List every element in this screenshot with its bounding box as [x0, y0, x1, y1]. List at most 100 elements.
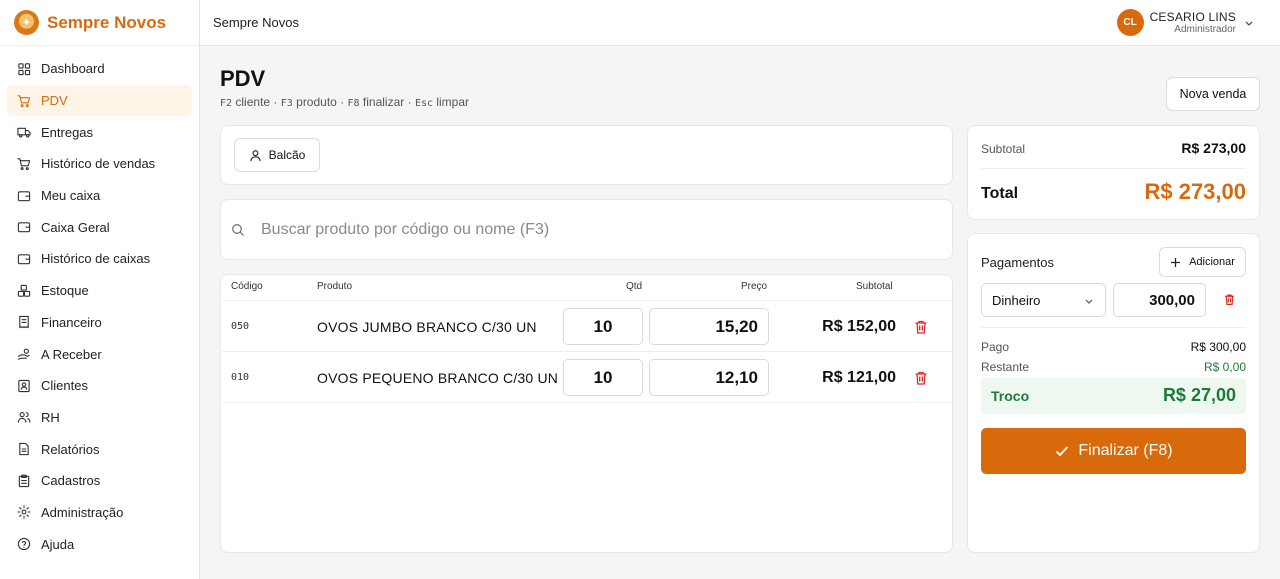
customer-button[interactable]: Balcão: [234, 138, 320, 172]
grid-icon: [18, 63, 31, 76]
sidebar-item-rh[interactable]: RH: [7, 402, 192, 434]
total-value: R$ 273,00: [1144, 179, 1246, 204]
shortcut-key: Esc: [414, 98, 433, 109]
payment-amount-field[interactable]: 300,00: [1113, 283, 1206, 317]
check-icon: [1056, 446, 1069, 457]
change-label: Troco: [991, 388, 1030, 404]
add-payment-label: Adicionar: [1189, 256, 1235, 268]
sidebar-item-label: Clientes: [41, 378, 88, 394]
paid-label: Pago: [981, 340, 1010, 354]
col-qty-header: Qtd: [626, 281, 643, 292]
customer-label: Balcão: [268, 148, 306, 162]
price-field[interactable]: 12,10: [649, 359, 769, 396]
wallet-icon: [17, 222, 31, 233]
user-menu[interactable]: CL CESARIO LINS Administrador: [1116, 9, 1254, 36]
subtotal-label: Subtotal: [981, 142, 1026, 156]
sidebar-item-ajuda[interactable]: Ajuda: [7, 528, 192, 560]
sidebar: ✦ Sempre Novos Dashboard PDV Entregas Histó…: [0, 0, 200, 579]
sidebar-item-label: Meu caixa: [41, 188, 101, 204]
total-label: Total: [981, 185, 1019, 202]
chevron-down-icon[interactable]: [1244, 18, 1254, 28]
sidebar-item-label: Dashboard: [41, 61, 105, 77]
sidebar-item-relatorios[interactable]: Relatórios: [7, 433, 192, 465]
remaining-value: R$ 0,00: [1203, 360, 1246, 374]
col-subtotal-header: Subtotal: [856, 281, 893, 292]
shortcut-label: limpar: [436, 95, 470, 109]
item-name: OVOS JUMBO BRANCO C/30 UN: [317, 319, 537, 335]
sidebar-item-financeiro[interactable]: Financeiro: [7, 307, 192, 339]
sidebar-item-label: Cadastros: [41, 473, 101, 489]
sidebar-item-label: RH: [41, 409, 60, 425]
brand[interactable]: ✦ Sempre Novos: [0, 0, 199, 46]
sidebar-item-label: Relatórios: [41, 441, 100, 457]
payment-method-select[interactable]: Dinheiro: [981, 283, 1106, 317]
add-payment-button[interactable]: Adicionar: [1159, 247, 1246, 277]
sidebar-item-label: A Receber: [41, 346, 102, 362]
shortcut-key: F3: [280, 98, 293, 109]
sidebar-item-label: Estoque: [41, 283, 89, 299]
user-icon: [249, 149, 261, 161]
gear-icon: [17, 505, 31, 520]
item-subtotal: R$ 152,00: [822, 318, 896, 335]
item-name: OVOS PEQUENO BRANCO C/30 UN: [317, 370, 559, 386]
sidebar-item-a-receber[interactable]: A Receber: [7, 338, 192, 370]
sidebar-item-historico-de-caixas[interactable]: Histórico de caixas: [7, 243, 192, 275]
user-role: Administrador: [1174, 24, 1236, 35]
sidebar-item-historico-de-vendas[interactable]: Histórico de vendas: [7, 148, 192, 180]
sidebar-item-label: Ajuda: [41, 536, 75, 552]
divider: [222, 300, 952, 301]
sidebar-item-label: Administração: [41, 504, 124, 520]
product-search-input[interactable]: [261, 220, 861, 239]
finalize-button[interactable]: Finalizar (F8): [981, 428, 1246, 474]
sidebar-item-label: PDV: [41, 93, 68, 109]
sidebar-item-estoque[interactable]: Estoque: [7, 275, 192, 307]
sidebar-item-administracao[interactable]: Administração: [7, 497, 192, 529]
wallet-icon: [17, 190, 31, 201]
quantity-field[interactable]: 10: [563, 308, 643, 345]
divider: [981, 327, 1246, 328]
users-icon: [17, 412, 31, 424]
search-icon: [232, 223, 244, 236]
file-icon: [19, 442, 29, 456]
sidebar-item-caixa-geral[interactable]: Caixa Geral: [7, 211, 192, 243]
finalize-label: Finalizar (F8): [1078, 442, 1173, 459]
shortcut-label: produto: [296, 95, 337, 109]
sidebar-item-meu-caixa[interactable]: Meu caixa: [7, 180, 192, 212]
sidebar-item-entregas[interactable]: Entregas: [7, 116, 192, 148]
sidebar-item-label: Caixa Geral: [41, 219, 110, 235]
trash-icon[interactable]: [913, 370, 929, 386]
sidebar-nav: Dashboard PDV Entregas Histórico de vendas M…: [0, 46, 199, 560]
page-title: PDV: [220, 66, 266, 91]
new-sale-button[interactable]: Nova venda: [1166, 77, 1260, 111]
quantity-field[interactable]: 10: [563, 359, 643, 396]
change-box: Troco R$ 27,00: [981, 378, 1246, 414]
trash-icon[interactable]: [1223, 293, 1236, 306]
sidebar-item-dashboard[interactable]: Dashboard: [7, 53, 192, 85]
clipboard-icon: [18, 474, 30, 487]
divider: [981, 168, 1246, 169]
trash-icon[interactable]: [913, 319, 929, 335]
sidebar-item-cadastros[interactable]: Cadastros: [7, 465, 192, 497]
hand-coins-icon: [17, 348, 30, 360]
chevron-down-icon: [1085, 299, 1093, 304]
shortcut-hints: F2 cliente · F3 produto · F8 finalizar ·…: [220, 95, 470, 109]
sidebar-item-label: Histórico de caixas: [41, 251, 151, 267]
cart-icon: [17, 94, 31, 107]
item-subtotal: R$ 121,00: [822, 369, 896, 386]
payment-method-value: Dinheiro: [992, 292, 1041, 308]
avatar[interactable]: CL: [1116, 9, 1144, 36]
customer-card: [220, 125, 953, 185]
subtotal-value: R$ 273,00: [1181, 140, 1246, 156]
col-price-header: Preço: [741, 281, 768, 292]
sidebar-item-clientes[interactable]: Clientes: [7, 370, 192, 402]
paid-value: R$ 300,00: [1190, 340, 1246, 354]
sidebar-item-pdv[interactable]: PDV: [7, 84, 192, 117]
brand-logo-icon: ✦: [14, 10, 39, 35]
price-field[interactable]: 15,20: [649, 308, 769, 345]
plus-icon: [1171, 257, 1181, 267]
topbar-title: Sempre Novos: [213, 15, 299, 30]
divider: [222, 402, 952, 403]
shortcut-label: cliente: [235, 95, 271, 109]
shortcut-key: F2: [220, 98, 233, 109]
remaining-label: Restante: [981, 360, 1030, 374]
